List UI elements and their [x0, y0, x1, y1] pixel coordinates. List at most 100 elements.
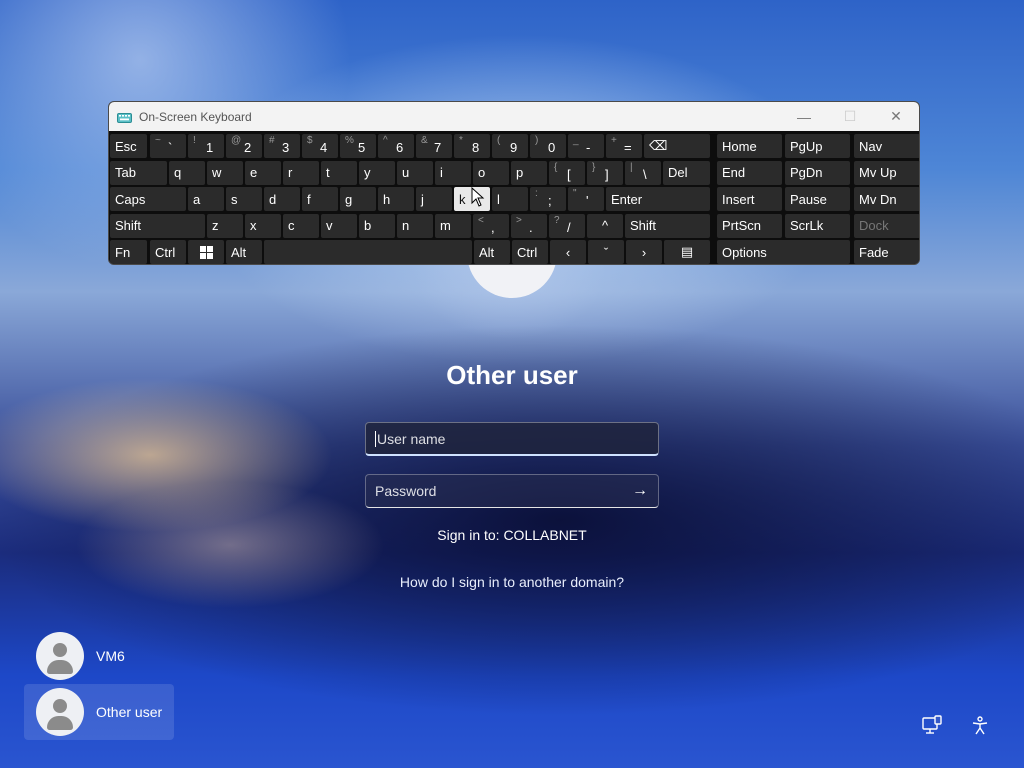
key-right[interactable]: › [626, 240, 662, 264]
key-a[interactable]: a [188, 187, 224, 212]
key-esc[interactable]: Esc [110, 134, 147, 158]
key-lbracket[interactable]: {[ [549, 160, 585, 185]
key-shift-label: } [592, 161, 596, 173]
key-j[interactable]: j [416, 187, 452, 212]
key-e[interactable]: e [245, 160, 281, 185]
key-mvdn[interactable]: Mv Dn [854, 187, 919, 212]
key-9[interactable]: (9 [492, 134, 528, 158]
key-b[interactable]: b [359, 213, 395, 238]
key-insert[interactable]: Insert [717, 187, 782, 212]
key-minus[interactable]: _ - [568, 134, 604, 158]
on-screen-keyboard-window[interactable]: On-Screen Keyboard — ☐ ✕ Esc ~ `! 1 @2 #3 $4% 5… [108, 101, 920, 265]
key-mvup[interactable]: Mv Up [854, 160, 919, 185]
key-d[interactable]: d [264, 187, 300, 212]
avatar [36, 632, 84, 680]
key-1[interactable]: ! 1 [188, 134, 224, 158]
key-left[interactable]: ‹ [550, 240, 586, 264]
key-ctrl-right[interactable]: Ctrl [512, 240, 548, 264]
key-slash[interactable]: ? / [549, 213, 585, 238]
submit-arrow-icon[interactable]: → [632, 482, 648, 500]
key-home[interactable]: Home [717, 134, 782, 158]
key-z[interactable]: z [207, 213, 243, 238]
user-tile-vm6[interactable]: VM6 [24, 628, 174, 684]
key-p[interactable]: p [511, 160, 547, 185]
key-scrlk[interactable]: ScrLk [785, 213, 850, 238]
key-enter[interactable]: Enter [606, 187, 710, 212]
key-equals[interactable]: + = [606, 134, 642, 158]
key-s[interactable]: s [226, 187, 262, 212]
username-field[interactable]: User name [365, 422, 659, 456]
key-period[interactable]: >. [511, 213, 547, 238]
key-i[interactable]: i [435, 160, 471, 185]
maximize-button[interactable]: ☐ [827, 102, 873, 131]
key-7[interactable]: & 7 [416, 134, 452, 158]
key-2[interactable]: @2 [226, 134, 262, 158]
key-0[interactable]: ) 0 [530, 134, 566, 158]
accessibility-icon[interactable] [968, 714, 992, 738]
key-shift-right[interactable]: Shift [625, 213, 710, 238]
key-f[interactable]: f [302, 187, 338, 212]
key-prtscn[interactable]: PrtScn [717, 213, 782, 238]
key-tilde[interactable]: ~ ` [150, 134, 186, 158]
osk-title-bar[interactable]: On-Screen Keyboard — ☐ ✕ [109, 102, 919, 131]
key-quote[interactable]: " ' [568, 187, 604, 212]
key-alt-right[interactable]: Alt [474, 240, 510, 264]
key-nav[interactable]: Nav [854, 134, 919, 158]
key-rbracket[interactable]: }] [587, 160, 623, 185]
key-menu[interactable]: ▤ [664, 240, 710, 264]
password-field[interactable]: Password → [365, 474, 659, 508]
key-n[interactable]: n [397, 213, 433, 238]
other-domain-link[interactable]: How do I sign in to another domain? [0, 574, 1024, 590]
key-main-label: / [567, 219, 571, 235]
key-u[interactable]: u [397, 160, 433, 185]
key-w[interactable]: w [207, 160, 243, 185]
user-tile-other-user[interactable]: Other user [24, 684, 174, 740]
key-8[interactable]: * 8 [454, 134, 490, 158]
key-main-label: ] [605, 166, 609, 182]
key-comma[interactable]: <, [473, 213, 509, 238]
key-6[interactable]: ^ 6 [378, 134, 414, 158]
key-fade[interactable]: Fade [854, 240, 919, 264]
key-t[interactable]: t [321, 160, 357, 185]
close-button[interactable]: ✕ [873, 102, 919, 131]
key-tab[interactable]: Tab [110, 160, 167, 185]
key-semicolon[interactable]: :; [530, 187, 566, 212]
minimize-button[interactable]: — [781, 102, 827, 131]
key-m[interactable]: m [435, 213, 471, 238]
key-dock[interactable]: Dock [854, 213, 919, 238]
key-ctrl-left[interactable]: Ctrl [150, 240, 186, 264]
key-main-label: 9 [510, 140, 518, 155]
key-o[interactable]: o [473, 160, 509, 185]
key-space[interactable] [264, 240, 472, 264]
key-l[interactable]: l [492, 187, 528, 212]
key-backslash[interactable]: | \ [625, 160, 661, 185]
key-3[interactable]: #3 [264, 134, 300, 158]
network-icon[interactable] [920, 714, 944, 738]
key-v[interactable]: v [321, 213, 357, 238]
key-backspace[interactable]: ⌫ [644, 134, 710, 158]
key-h[interactable]: h [378, 187, 414, 212]
key-c[interactable]: c [283, 213, 319, 238]
key-4[interactable]: $4 [302, 134, 338, 158]
key-caps[interactable]: Caps [110, 187, 186, 212]
key-fn[interactable]: Fn [110, 240, 147, 264]
key-x[interactable]: x [245, 213, 281, 238]
key-q[interactable]: q [169, 160, 205, 185]
key-5[interactable]: % 5 [340, 134, 376, 158]
key-del[interactable]: Del [663, 160, 710, 185]
key-alt-left[interactable]: Alt [226, 240, 262, 264]
key-down[interactable]: ˇ [588, 240, 624, 264]
key-shift-left[interactable]: Shift [110, 213, 205, 238]
key-pgup[interactable]: PgUp [785, 134, 850, 158]
key-up[interactable]: ^ [587, 213, 623, 238]
key-pgdn[interactable]: PgDn [785, 160, 850, 185]
key-end[interactable]: End [717, 160, 782, 185]
key-main-label: 7 [434, 140, 442, 155]
key-g[interactable]: g [340, 187, 376, 212]
key-win[interactable] [188, 240, 224, 264]
key-main-label: , [491, 219, 495, 235]
key-pause[interactable]: Pause [785, 187, 850, 212]
key-options[interactable]: Options [717, 240, 850, 264]
key-y[interactable]: y [359, 160, 395, 185]
key-r[interactable]: r [283, 160, 319, 185]
